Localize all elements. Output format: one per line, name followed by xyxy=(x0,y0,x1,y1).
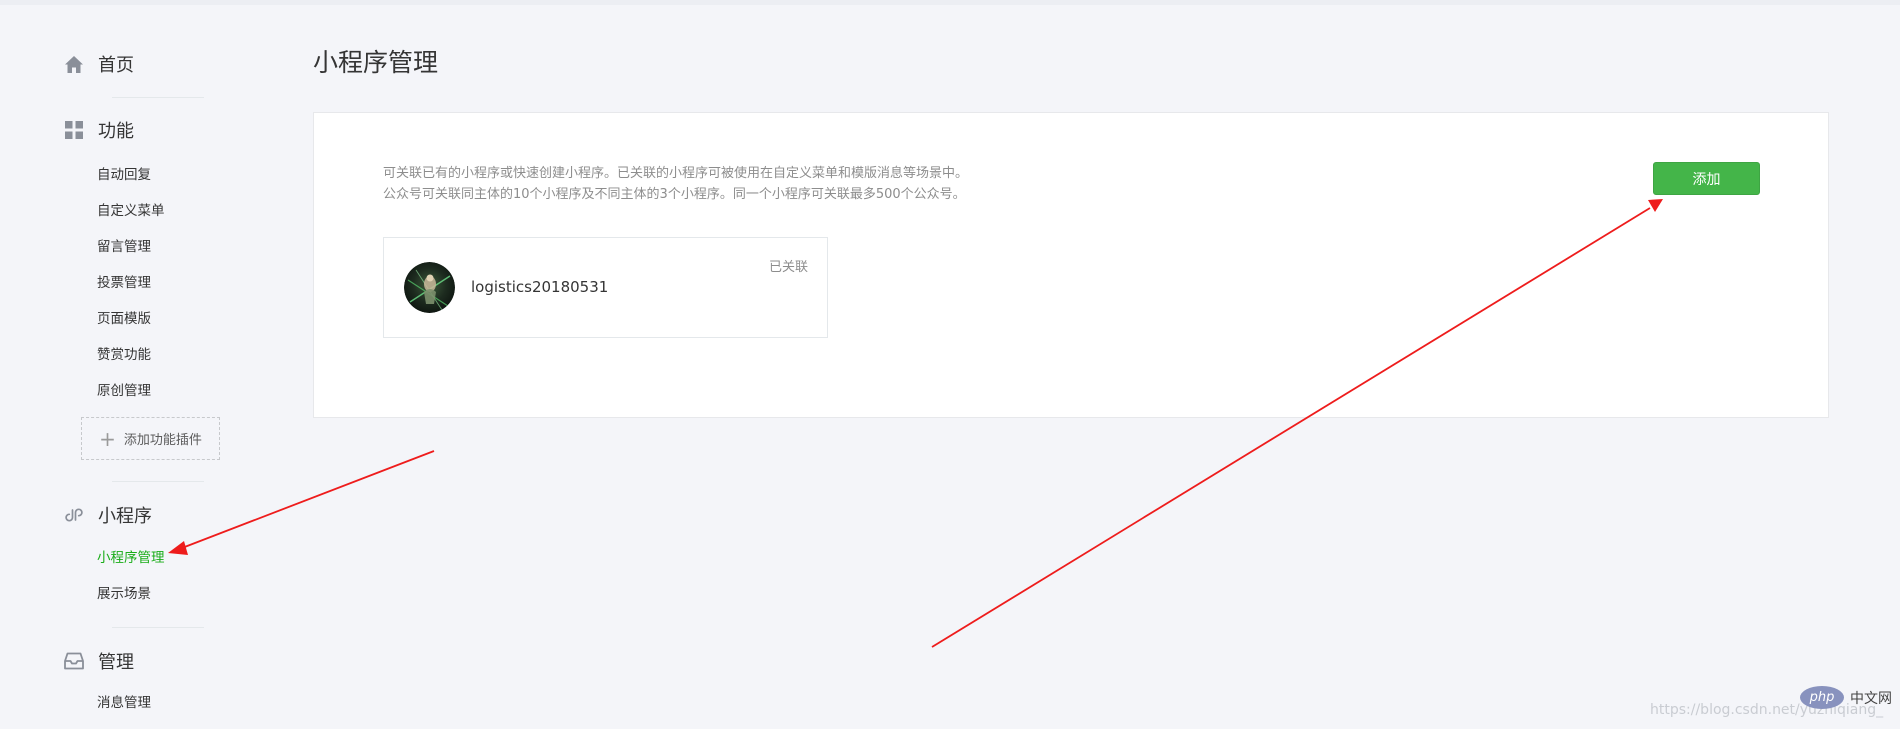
sidebar-miniprogram-label: 小程序 xyxy=(98,506,152,527)
sidebar-home-label: 首页 xyxy=(98,55,134,76)
description: 可关联已有的小程序或快速创建小程序。已关联的小程序可被使用在自定义菜单和模版消息… xyxy=(383,163,968,205)
sidebar-item-votes[interactable]: 投票管理 xyxy=(97,274,151,292)
sidebar-function-label: 功能 xyxy=(98,121,134,142)
description-line-2: 公众号可关联同主体的10个小程序及不同主体的3个小程序。同一个小程序可关联最多5… xyxy=(383,187,966,202)
php-cn-label: 中文网 xyxy=(1850,691,1892,707)
grid-icon xyxy=(63,119,85,141)
sidebar-divider xyxy=(112,97,204,98)
sidebar-item-messages[interactable]: 消息管理 xyxy=(97,694,151,712)
sidebar-item-comments[interactable]: 留言管理 xyxy=(97,238,151,256)
sidebar-group-function: 功能 xyxy=(63,117,134,143)
sidebar-item-display-scene[interactable]: 展示场景 xyxy=(97,585,151,603)
sidebar-group-manage: 管理 xyxy=(63,648,134,674)
sidebar-item-reward[interactable]: 赞赏功能 xyxy=(97,346,151,364)
plus-icon: + xyxy=(99,426,116,451)
top-border xyxy=(0,0,1900,5)
watermark: https://blog.csdn.net/yuzhiqiang_ xyxy=(1650,702,1884,718)
php-logo: php xyxy=(1800,686,1844,709)
sidebar-item-original[interactable]: 原创管理 xyxy=(97,382,151,400)
sidebar-manage-label: 管理 xyxy=(98,652,134,673)
add-miniprogram-button[interactable]: 添加 xyxy=(1653,162,1760,195)
inbox-icon xyxy=(63,650,85,672)
sidebar-item-auto-reply[interactable]: 自动回复 xyxy=(97,166,151,184)
miniprogram-panel: 可关联已有的小程序或快速创建小程序。已关联的小程序可被使用在自定义菜单和模版消息… xyxy=(313,112,1829,418)
sidebar-item-custom-menu[interactable]: 自定义菜单 xyxy=(97,202,165,220)
home-icon xyxy=(63,53,85,75)
sidebar-group-miniprogram: 小程序 xyxy=(63,502,152,528)
sidebar-item-miniprogram-manage[interactable]: 小程序管理 xyxy=(97,549,165,567)
sidebar-home[interactable]: 首页 xyxy=(63,51,134,77)
add-plugin-button[interactable]: + 添加功能插件 xyxy=(81,417,220,460)
sidebar-divider xyxy=(112,627,204,628)
miniprogram-link-icon xyxy=(63,504,85,526)
linked-miniprogram-card[interactable]: logistics20180531 已关联 xyxy=(383,237,828,338)
description-line-1: 可关联已有的小程序或快速创建小程序。已关联的小程序可被使用在自定义菜单和模版消息… xyxy=(383,166,969,181)
link-status-badge: 已关联 xyxy=(768,260,808,275)
sidebar: 首页 功能 自动回复 自定义菜单 留言管理 投票管理 页面模版 赞赏功能 原创管… xyxy=(0,0,260,729)
miniprogram-avatar xyxy=(404,262,455,313)
miniprogram-name: logistics20180531 xyxy=(471,278,609,296)
sidebar-divider xyxy=(112,481,204,482)
sidebar-item-page-template[interactable]: 页面模版 xyxy=(97,310,151,328)
page-title: 小程序管理 xyxy=(313,48,439,77)
add-plugin-label: 添加功能插件 xyxy=(123,433,202,448)
